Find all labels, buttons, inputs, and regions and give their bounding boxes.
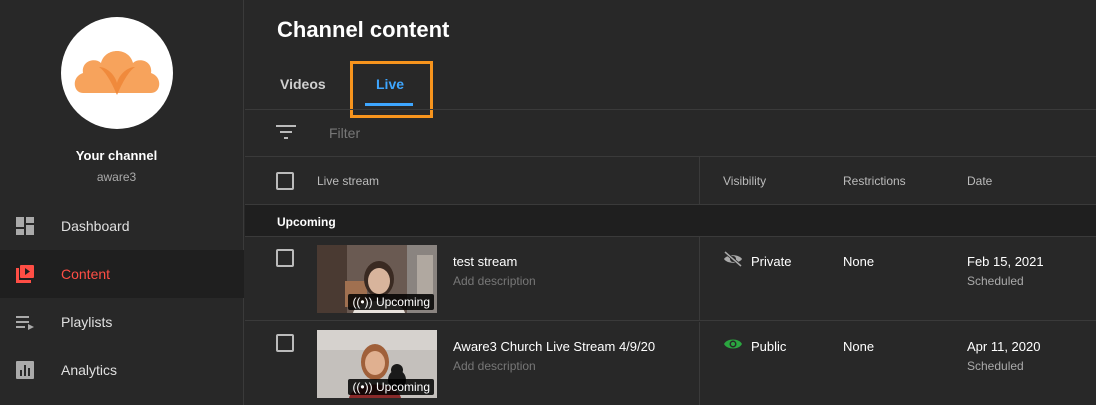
visibility-label[interactable]: Public — [751, 339, 786, 354]
sidebar-item-label: Dashboard — [61, 218, 130, 234]
analytics-icon — [16, 361, 34, 379]
sidebar-item-label: Playlists — [61, 314, 113, 330]
date-status: Scheduled — [967, 274, 1024, 288]
stream-description[interactable]: Add description — [453, 274, 536, 288]
section-header: Upcoming — [245, 204, 1096, 237]
aware3-logo — [74, 51, 160, 95]
badge-label: Upcoming — [375, 380, 430, 394]
tab-videos[interactable]: Videos — [280, 76, 326, 92]
sidebar-item-dashboard[interactable]: Dashboard — [0, 202, 244, 250]
video-thumbnail[interactable]: ((•)) Upcoming — [317, 330, 437, 398]
restrictions-value: None — [843, 254, 875, 269]
row-checkbox[interactable] — [276, 249, 294, 267]
row-checkbox[interactable] — [276, 334, 294, 352]
filter-icon[interactable] — [276, 124, 296, 140]
live-broadcast-icon: ((•)) — [352, 380, 376, 394]
restrictions-value: None — [843, 339, 875, 354]
upcoming-badge: ((•)) Upcoming — [348, 294, 434, 310]
stream-description[interactable]: Add description — [453, 359, 536, 373]
date-value: Apr 11, 2020 — [967, 339, 1041, 354]
date-status: Scheduled — [967, 359, 1024, 373]
table-row[interactable]: ((•)) Upcoming Aware3 Church Live Stream… — [245, 322, 1096, 405]
table-row[interactable]: ((•)) Upcoming test stream Add descripti… — [245, 237, 1096, 321]
playlists-icon — [16, 316, 34, 330]
divider — [245, 109, 1096, 110]
select-all-checkbox[interactable] — [276, 172, 294, 190]
section-label: Upcoming — [277, 215, 336, 229]
page-title: Channel content — [277, 17, 450, 42]
column-divider — [699, 237, 700, 321]
column-divider — [699, 322, 700, 405]
upcoming-badge: ((•)) Upcoming — [348, 379, 434, 395]
column-header-restrictions[interactable]: Restrictions — [843, 174, 906, 188]
visibility-label[interactable]: Private — [751, 254, 791, 269]
filter-input[interactable]: Filter — [329, 125, 360, 141]
sidebar-item-label: Analytics — [61, 362, 118, 378]
column-divider — [699, 157, 700, 204]
column-header-date[interactable]: Date — [967, 174, 992, 188]
channel-avatar[interactable] — [61, 17, 173, 129]
sidebar-item-content[interactable]: Content — [0, 250, 244, 298]
column-header-visibility[interactable]: Visibility — [723, 174, 766, 188]
table-header: Live stream Visibility Restrictions Date — [245, 157, 1096, 204]
eye-off-icon — [724, 251, 742, 267]
dashboard-icon — [16, 217, 34, 235]
stream-title[interactable]: Aware3 Church Live Stream 4/9/20 — [453, 339, 655, 354]
channel-handle: aware3 — [96, 170, 137, 184]
badge-label: Upcoming — [375, 295, 430, 309]
sidebar: Your channel aware3 Dashboard Content Pl… — [0, 0, 244, 405]
eye-icon — [724, 339, 742, 349]
stream-title[interactable]: test stream — [453, 254, 517, 269]
sidebar-item-playlists[interactable]: Playlists — [0, 298, 244, 346]
live-broadcast-icon: ((•)) — [352, 295, 376, 309]
channel-title: Your channel — [75, 148, 158, 163]
sidebar-item-label: Content — [61, 266, 111, 282]
video-thumbnail[interactable]: ((•)) Upcoming — [317, 245, 437, 313]
sidebar-item-analytics[interactable]: Analytics — [0, 346, 244, 394]
main-content: Channel content Videos Live Filter Live … — [245, 0, 1096, 405]
content-icon — [16, 265, 34, 283]
column-header-live-stream[interactable]: Live stream — [317, 174, 379, 188]
studio-app: Your channel aware3 Dashboard Content Pl… — [0, 0, 1096, 405]
date-value: Feb 15, 2021 — [967, 254, 1044, 269]
